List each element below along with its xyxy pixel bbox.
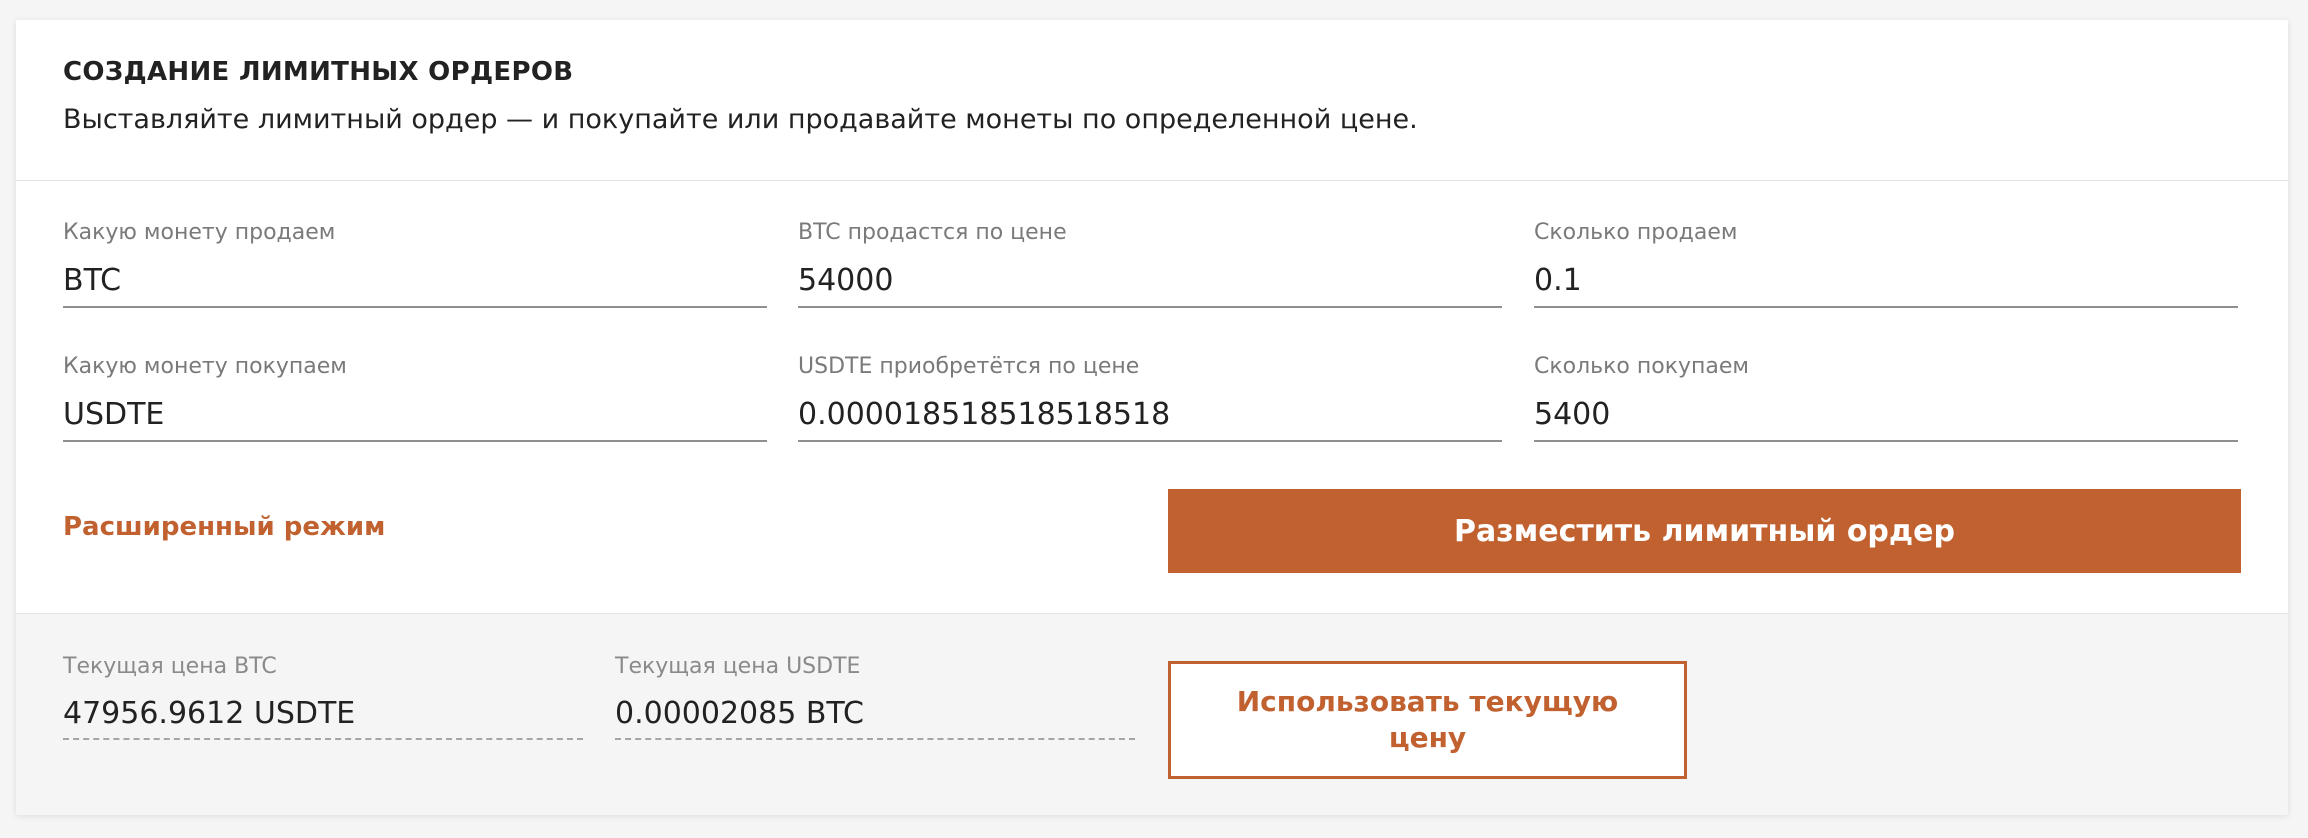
use-current-price-button[interactable]: Использовать текущую цену [1168, 661, 1687, 779]
buy-coin-field: Какую монету покупаем [63, 354, 767, 447]
buy-price-label: USDTE приобретётся по цене [798, 354, 1140, 379]
sell-price-label: BTC продастся по цене [798, 220, 1067, 245]
page-subtitle: Выставляйте лимитный ордер — и покупайте… [63, 104, 1418, 135]
sell-coin-input[interactable] [63, 254, 767, 308]
sell-coin-field: Какую монету продаем [63, 220, 767, 313]
sell-price-input[interactable] [798, 254, 1502, 308]
current-price-usdte-label: Текущая цена USDTE [615, 654, 861, 679]
sell-price-field: BTC продастся по цене [798, 220, 1502, 313]
current-price-btc: Текущая цена BTC 47956.9612 USDTE [63, 654, 583, 754]
page-title: СОЗДАНИЕ ЛИМИТНЫХ ОРДЕРОВ [63, 57, 574, 87]
card-header: СОЗДАНИЕ ЛИМИТНЫХ ОРДЕРОВ Выставляйте ли… [16, 20, 2288, 181]
buy-amount-label: Сколько покупаем [1534, 354, 1750, 379]
current-price-usdte: Текущая цена USDTE 0.00002085 BTC [615, 654, 1135, 754]
advanced-mode-link[interactable]: Расширенный режим [63, 512, 385, 542]
current-price-btc-value[interactable]: 47956.9612 USDTE [63, 688, 583, 740]
buy-amount-input[interactable] [1534, 388, 2238, 442]
limit-order-card: СОЗДАНИЕ ЛИМИТНЫХ ОРДЕРОВ Выставляйте ли… [16, 20, 2288, 815]
buy-price-input[interactable] [798, 388, 1502, 442]
buy-price-field: USDTE приобретётся по цене [798, 354, 1502, 447]
sell-coin-label: Какую монету продаем [63, 220, 336, 245]
place-limit-order-button[interactable]: Разместить лимитный ордер [1168, 489, 2241, 573]
buy-coin-input[interactable] [63, 388, 767, 442]
sell-amount-field: Сколько продаем [1534, 220, 2238, 313]
current-price-btc-label: Текущая цена BTC [63, 654, 277, 679]
current-price-usdte-value[interactable]: 0.00002085 BTC [615, 688, 1135, 740]
buy-amount-field: Сколько покупаем [1534, 354, 2238, 447]
current-prices-panel: Текущая цена BTC 47956.9612 USDTE Текуща… [16, 613, 2288, 815]
buy-coin-label: Какую монету покупаем [63, 354, 347, 379]
sell-amount-label: Сколько продаем [1534, 220, 1738, 245]
sell-amount-input[interactable] [1534, 254, 2238, 308]
